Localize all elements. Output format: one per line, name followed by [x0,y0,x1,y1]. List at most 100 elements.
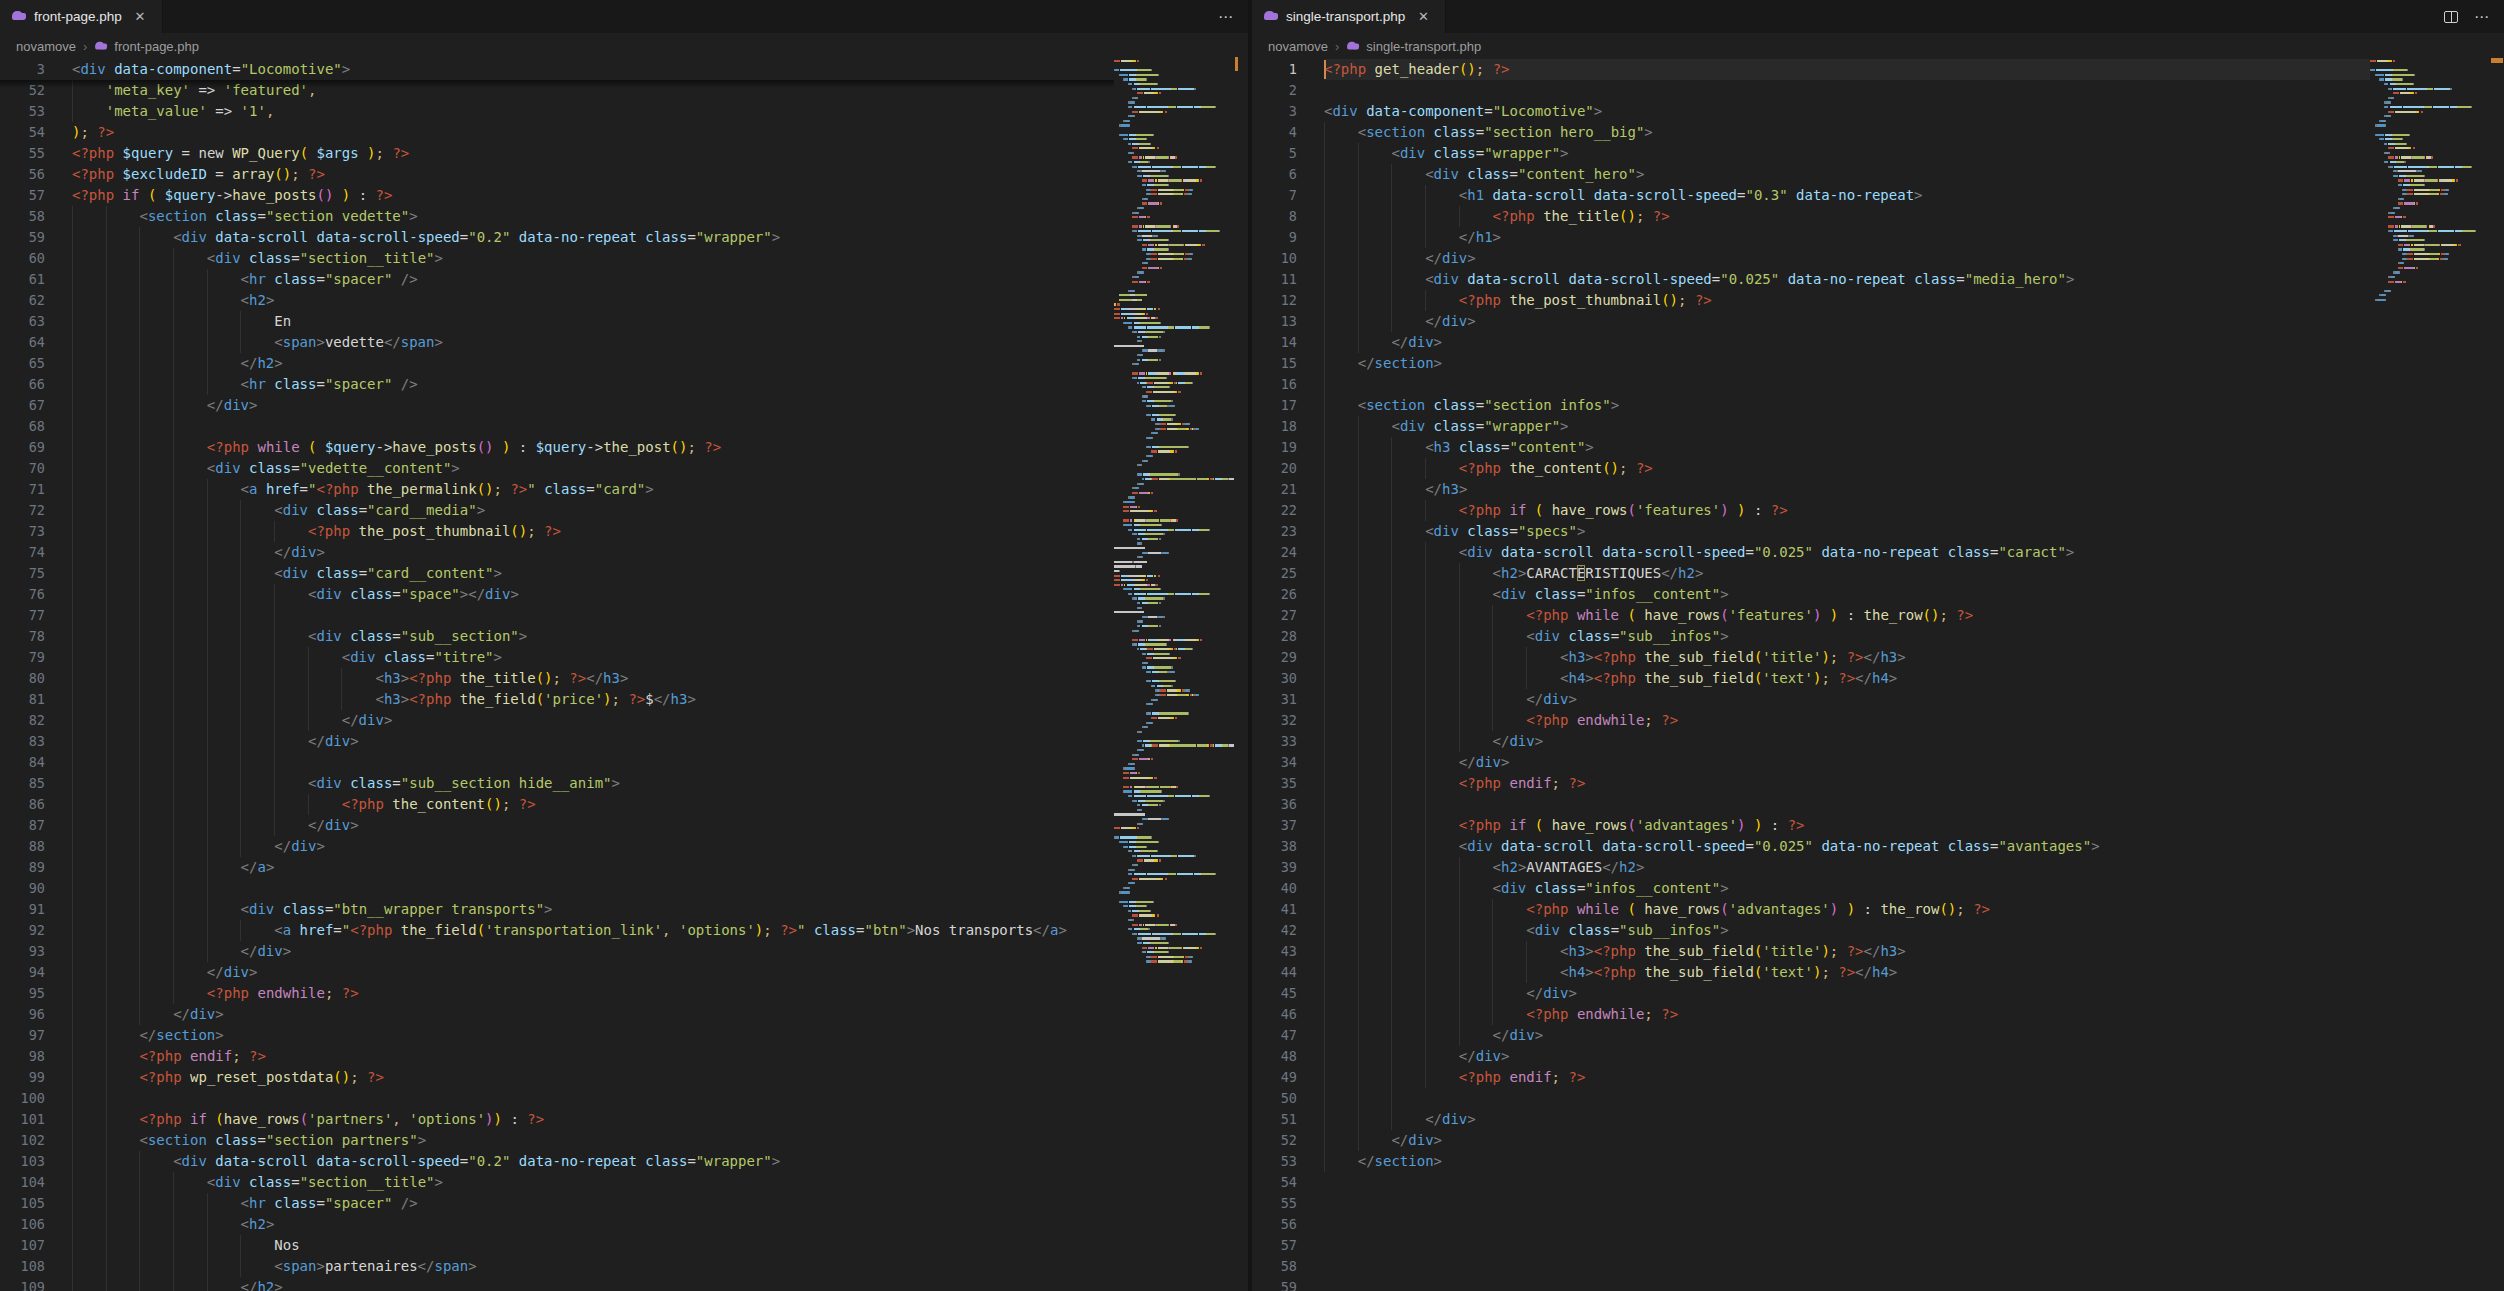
code-line[interactable]: 98 <?php endif; ?> [0,1046,1114,1067]
line-number[interactable]: 28 [1252,626,1297,647]
code-line[interactable]: 26 <div class="infos__content"> [1252,584,2370,605]
code-editor-right[interactable]: 1<?php get_header(); ?>23<div data-compo… [1252,59,2504,1291]
line-number[interactable]: 3 [1252,101,1297,122]
line-number[interactable]: 29 [1252,647,1297,668]
code-line[interactable]: 68 [0,416,1114,437]
code-line[interactable]: 16 [1252,374,2370,395]
line-number[interactable]: 63 [0,311,45,332]
line-number[interactable]: 101 [0,1109,45,1130]
code-line[interactable]: 11 <div data-scroll data-scroll-speed="0… [1252,269,2370,290]
code-line[interactable]: 99 <?php wp_reset_postdata(); ?> [0,1067,1114,1088]
sticky-scroll-line[interactable]: 3<div data-component="Locomotive"> [0,59,1114,80]
line-number[interactable]: 74 [0,542,45,563]
line-number[interactable]: 92 [0,920,45,941]
code-line[interactable]: 34 </div> [1252,752,2370,773]
code-line[interactable]: 51 </div> [1252,1109,2370,1130]
code-line[interactable]: 10 </div> [1252,248,2370,269]
line-number[interactable]: 55 [1252,1193,1297,1214]
code-line[interactable]: 76 <div class="space"></div> [0,584,1114,605]
line-number[interactable]: 27 [1252,605,1297,626]
code-line[interactable]: 65 </h2> [0,353,1114,374]
breadcrumb-folder[interactable]: novamove [1268,39,1328,54]
code-line[interactable]: 106 <h2> [0,1214,1114,1235]
line-number[interactable]: 11 [1252,269,1297,290]
line-number[interactable]: 22 [1252,500,1297,521]
code-line[interactable]: 47 </div> [1252,1025,2370,1046]
code-line[interactable]: 107 Nos [0,1235,1114,1256]
line-number[interactable]: 62 [0,290,45,311]
line-number[interactable]: 105 [0,1193,45,1214]
code-line[interactable]: 18 <div class="wrapper"> [1252,416,2370,437]
line-number[interactable]: 60 [0,248,45,269]
code-line[interactable]: 97 </section> [0,1025,1114,1046]
code-line[interactable]: 6 <div class="content_hero"> [1252,164,2370,185]
line-number[interactable]: 80 [0,668,45,689]
line-number[interactable]: 109 [0,1277,45,1291]
line-number[interactable]: 66 [0,374,45,395]
code-line[interactable]: 75 <div class="card__content"> [0,563,1114,584]
line-number[interactable]: 52 [1252,1130,1297,1151]
line-number[interactable]: 35 [1252,773,1297,794]
code-line[interactable]: 104 <div class="section__title"> [0,1172,1114,1193]
code-line[interactable]: 44 <h4><?php the_sub_field('text'); ?></… [1252,962,2370,983]
line-number[interactable]: 73 [0,521,45,542]
line-number[interactable]: 16 [1252,374,1297,395]
code-line[interactable]: 39 <h2>AVANTAGES</h2> [1252,857,2370,878]
code-line[interactable]: 85 <div class="sub__section hide__anim"> [0,773,1114,794]
line-number[interactable]: 37 [1252,815,1297,836]
code-line[interactable]: 28 <div class="sub__infos"> [1252,626,2370,647]
code-line[interactable]: 22 <?php if ( have_rows('features') ) : … [1252,500,2370,521]
code-line[interactable]: 7 <h1 data-scroll data-scroll-speed="0.3… [1252,185,2370,206]
line-number[interactable]: 96 [0,1004,45,1025]
code-line[interactable]: 57 [1252,1235,2370,1256]
code-line[interactable]: 74 </div> [0,542,1114,563]
code-line[interactable]: 56<?php $excludeID = array(); ?> [0,164,1114,185]
code-line[interactable]: 33 </div> [1252,731,2370,752]
line-number[interactable]: 83 [0,731,45,752]
line-number[interactable]: 47 [1252,1025,1297,1046]
line-number[interactable]: 25 [1252,563,1297,584]
line-number[interactable]: 6 [1252,164,1297,185]
line-number[interactable]: 31 [1252,689,1297,710]
code-line[interactable]: 14 </div> [1252,332,2370,353]
line-number[interactable]: 14 [1252,332,1297,353]
line-number[interactable]: 9 [1252,227,1297,248]
code-line[interactable]: 86 <?php the_content(); ?> [0,794,1114,815]
line-number[interactable]: 51 [1252,1109,1297,1130]
line-number[interactable]: 107 [0,1235,45,1256]
line-number[interactable]: 34 [1252,752,1297,773]
code-line[interactable]: 50 [1252,1088,2370,1109]
code-line[interactable]: 57<?php if ( $query->have_posts() ) : ?> [0,185,1114,206]
line-number[interactable]: 1 [1252,59,1297,80]
tab-single-transport[interactable]: single-transport.php ✕ [1252,0,1446,33]
code-line[interactable]: 82 </div> [0,710,1114,731]
code-line[interactable]: 73 <?php the_post_thumbnail(); ?> [0,521,1114,542]
line-number[interactable]: 32 [1252,710,1297,731]
minimap-left[interactable] [1114,59,1234,964]
code-line[interactable]: 8 <?php the_title(); ?> [1252,206,2370,227]
editor-actions-icon[interactable]: ⋯ [1218,8,1234,26]
code-line[interactable]: 77 [0,605,1114,626]
line-number[interactable]: 93 [0,941,45,962]
line-number[interactable]: 88 [0,836,45,857]
line-number[interactable]: 78 [0,626,45,647]
code-line[interactable]: 1<?php get_header(); ?> [1252,59,2370,80]
code-line[interactable]: 45 </div> [1252,983,2370,1004]
line-number[interactable]: 24 [1252,542,1297,563]
line-number[interactable]: 58 [1252,1256,1297,1277]
code-line[interactable]: 66 <hr class="spacer" /> [0,374,1114,395]
code-line[interactable]: 54); ?> [0,122,1114,143]
line-number[interactable]: 106 [0,1214,45,1235]
code-line[interactable]: 69 <?php while ( $query->have_posts() ) … [0,437,1114,458]
line-number[interactable]: 72 [0,500,45,521]
line-number[interactable]: 70 [0,458,45,479]
code-line[interactable]: 32 <?php endwhile; ?> [1252,710,2370,731]
line-number[interactable]: 67 [0,395,45,416]
line-number[interactable]: 30 [1252,668,1297,689]
breadcrumb-file[interactable]: front-page.php [114,39,199,54]
line-number[interactable]: 41 [1252,899,1297,920]
line-number[interactable]: 58 [0,206,45,227]
code-line[interactable]: 38 <div data-scroll data-scroll-speed="0… [1252,836,2370,857]
code-line[interactable]: 55 [1252,1193,2370,1214]
line-number[interactable]: 55 [0,143,45,164]
